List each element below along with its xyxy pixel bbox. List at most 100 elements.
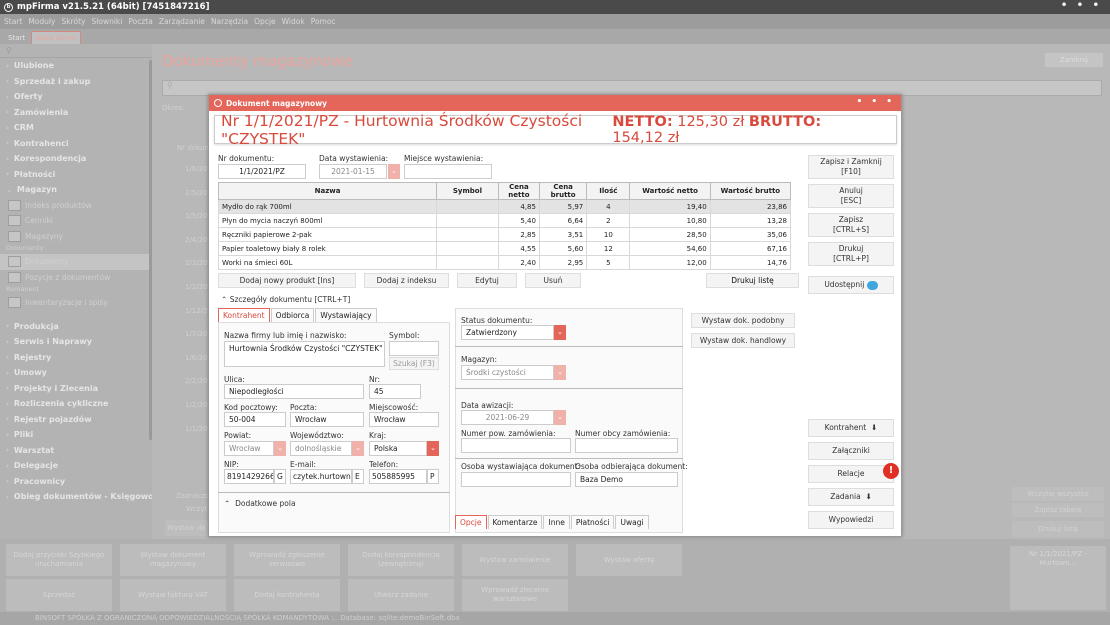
sidebar-item-korespondencja[interactable]: › Korespondencja bbox=[0, 151, 152, 167]
table-row[interactable]: Ręczniki papierowe 2-pak 2,85 3,51 10 28,50 3… bbox=[217, 227, 792, 242]
col-wartosc-brutto[interactable]: Wartość brutto bbox=[709, 182, 792, 200]
miejscowosc-field[interactable]: Wrocław bbox=[369, 412, 439, 427]
tab-start[interactable]: Start bbox=[4, 32, 29, 44]
sidebar-item-ulubione[interactable]: › Ulubione bbox=[0, 58, 152, 74]
nr-obcy-field[interactable] bbox=[575, 438, 678, 453]
osoba-wyst-field[interactable] bbox=[461, 472, 571, 487]
similar-doc-button[interactable]: Wystaw dok. podobny bbox=[691, 313, 795, 328]
tile-workshop-order[interactable]: Wprowadź zlecenie warsztatowe bbox=[462, 579, 568, 611]
sidebar-item-platnosci[interactable]: › Płatności bbox=[0, 167, 152, 183]
sidebar-item-serwis[interactable]: › Serwis i Naprawy bbox=[0, 334, 152, 350]
menu-opcje[interactable]: Opcje bbox=[254, 17, 276, 26]
nip-gus-button[interactable]: G bbox=[274, 469, 286, 484]
calendar-dropdown-icon[interactable]: ⌄ bbox=[388, 164, 400, 179]
sidebar-item-rejestry[interactable]: › Rejestry bbox=[0, 350, 152, 366]
tile-offer[interactable]: Wystaw ofertę bbox=[576, 544, 682, 576]
kontrahent-button[interactable]: Kontrahent ⬇ bbox=[808, 419, 894, 437]
tile-invoice[interactable]: Wystaw fakturę VAT bbox=[120, 579, 226, 611]
ulica-field[interactable]: Niepodległości bbox=[224, 384, 364, 399]
magazyn-dropdown-icon[interactable]: ⌄ bbox=[554, 365, 566, 380]
awizacja-dropdown-icon[interactable]: ⌄ bbox=[554, 410, 566, 425]
menu-poczta[interactable]: Poczta bbox=[128, 17, 152, 26]
sidebar-sub-pozycje[interactable]: Pozycje z dokumentów bbox=[0, 270, 152, 286]
window-menu-icon[interactable]: • • • bbox=[1061, 0, 1102, 12]
tab-uwagi[interactable]: Uwagi bbox=[615, 515, 649, 529]
sidebar-item-produkcja[interactable]: › Produkcja bbox=[0, 319, 152, 335]
details-toggle[interactable]: ⌃ Szczegóły dokumentu [CTRL+T] bbox=[221, 295, 350, 304]
col-symbol[interactable]: Symbol bbox=[436, 182, 499, 200]
notification-badge-icon[interactable]: ! bbox=[883, 463, 899, 479]
search-f3-button[interactable]: Szukaj (F3) bbox=[389, 357, 439, 370]
tile-create-task[interactable]: Utwórz zadanie bbox=[348, 579, 454, 611]
sidebar-search[interactable]: ⚲ bbox=[0, 44, 152, 58]
menu-moduly[interactable]: Moduły bbox=[28, 17, 55, 26]
sidebar-item-pracownicy[interactable]: › Pracownicy bbox=[0, 474, 152, 490]
tile-sales[interactable]: Sprzedaż bbox=[6, 579, 112, 611]
status-field[interactable]: Zatwierdzony bbox=[461, 325, 554, 340]
print-list-bg-button[interactable]: Drukuj listę bbox=[1012, 521, 1104, 537]
menu-widok[interactable]: Widok bbox=[282, 17, 305, 26]
table-row[interactable]: Worki na śmieci 60L 2,40 2,95 5 12,00 14,76 bbox=[217, 255, 792, 270]
poczta-field[interactable]: Wrocław bbox=[290, 412, 364, 427]
nr-domu-field[interactable]: 45 bbox=[369, 384, 421, 399]
menu-start[interactable]: Start bbox=[4, 17, 22, 26]
sidebar-sub-magazyny[interactable]: Magazyny bbox=[0, 229, 152, 245]
sidebar-sub-dokumenty[interactable]: Dokumenty bbox=[0, 254, 152, 270]
tab-odbiorca[interactable]: Odbiorca bbox=[270, 308, 315, 322]
save-button[interactable]: Zapisz [CTRL+S] bbox=[808, 213, 894, 237]
table-row[interactable]: Płyn do mycia naczyń 800ml 5,40 6,64 2 10,80… bbox=[217, 213, 792, 228]
relations-button[interactable]: Relacje bbox=[808, 465, 894, 483]
window-thumbnail[interactable]: Nr 1/1/2021/PZ - Hurtown... bbox=[1010, 546, 1106, 610]
wystaw-button[interactable]: Wystaw do bbox=[165, 520, 208, 536]
trade-doc-button[interactable]: Wystaw dok. handlowy bbox=[691, 333, 795, 348]
menu-zarzadzanie[interactable]: Zarządzanie bbox=[159, 17, 205, 26]
sidebar-item-zamowienia[interactable]: › Zamówienia bbox=[0, 105, 152, 121]
nr-pow-field[interactable] bbox=[461, 438, 571, 453]
sidebar-sub-cenniki[interactable]: Cenniki bbox=[0, 213, 152, 229]
sidebar-item-delegacje[interactable]: › Delegacje bbox=[0, 458, 152, 474]
tab-opcje[interactable]: Opcje bbox=[455, 515, 487, 529]
load-all-button[interactable]: Wczytaj wszystko bbox=[1012, 487, 1104, 501]
miejsce-field[interactable] bbox=[404, 164, 492, 179]
kod-field[interactable]: 50-004 bbox=[224, 412, 286, 427]
tab-baza-demo[interactable]: Baza Demo bbox=[31, 31, 82, 44]
tasks-button[interactable]: Zadania ⬇ bbox=[808, 488, 894, 506]
sidebar-item-crm[interactable]: › CRM bbox=[0, 120, 152, 136]
tile-order[interactable]: Wystaw zamówienie bbox=[462, 544, 568, 576]
kraj-dropdown-icon[interactable]: ⌄ bbox=[427, 441, 439, 456]
tab-platnosci[interactable]: Płatności bbox=[570, 515, 615, 529]
print-button[interactable]: Drukuj [CTRL+P] bbox=[808, 242, 894, 266]
add-product-button[interactable]: Dodaj nowy produkt [Ins] bbox=[218, 273, 356, 288]
awizacja-field[interactable]: 2021-06-29 bbox=[461, 410, 554, 425]
table-row[interactable]: Papier toaletowy biały 8 rolek 4,55 5,60 12… bbox=[217, 241, 792, 256]
sidebar-item-pliki[interactable]: › Pliki bbox=[0, 427, 152, 443]
module-close-button[interactable]: Zamknij bbox=[1045, 53, 1103, 67]
nip-field[interactable]: 8191429266 bbox=[224, 469, 274, 484]
col-cena-brutto[interactable]: Cena brutto bbox=[538, 182, 588, 200]
print-list-button[interactable]: Drukuj listę bbox=[706, 273, 799, 288]
menu-pomoc[interactable]: Pomoc bbox=[311, 17, 336, 26]
tile-service-request[interactable]: Wprowadź zgłoszenie serwisowe bbox=[234, 544, 340, 576]
nr-dokumentu-field[interactable]: 1/1/2021/PZ bbox=[218, 164, 306, 179]
tile-warehouse-doc[interactable]: Wystaw dokument magazynowy bbox=[120, 544, 226, 576]
save-table-button[interactable]: Zapisz tabelę bbox=[1012, 503, 1104, 517]
sidebar-item-rozliczenia[interactable]: › Rozliczenia cykliczne bbox=[0, 396, 152, 412]
telefon-call-button[interactable]: P bbox=[427, 469, 439, 484]
tile-quick-buttons[interactable]: Dodaj przyciski Szybkiego uruchamiania bbox=[6, 544, 112, 576]
menu-narzedzia[interactable]: Narzędzia bbox=[211, 17, 248, 26]
wojewodztwo-field[interactable]: dolnośląskie bbox=[290, 441, 352, 456]
telefon-field[interactable]: 505885995 bbox=[369, 469, 427, 484]
extra-fields-toggle[interactable]: ⌃ Dodatkowe pola bbox=[224, 499, 296, 508]
sidebar-item-pojazdy[interactable]: › Rejestr pojazdów bbox=[0, 412, 152, 428]
share-button[interactable]: Udostępnij bbox=[808, 276, 894, 294]
save-close-button[interactable]: Zapisz i Zamknij [F10] bbox=[808, 155, 894, 179]
col-nazwa[interactable]: Nazwa bbox=[217, 182, 438, 200]
wojewodztwo-dropdown-icon[interactable]: ⌄ bbox=[352, 441, 364, 456]
email-field[interactable]: czytek.hurtownia@ bbox=[290, 469, 352, 484]
col-wartosc-netto[interactable]: Wartość netto bbox=[629, 182, 711, 200]
tab-wystawiajacy[interactable]: Wystawiający bbox=[315, 308, 377, 322]
powiat-field[interactable]: Wrocław bbox=[224, 441, 274, 456]
tab-inne[interactable]: Inne bbox=[543, 515, 570, 529]
kraj-field[interactable]: Polska bbox=[369, 441, 427, 456]
sidebar-item-oferty[interactable]: › Oferty bbox=[0, 89, 152, 105]
